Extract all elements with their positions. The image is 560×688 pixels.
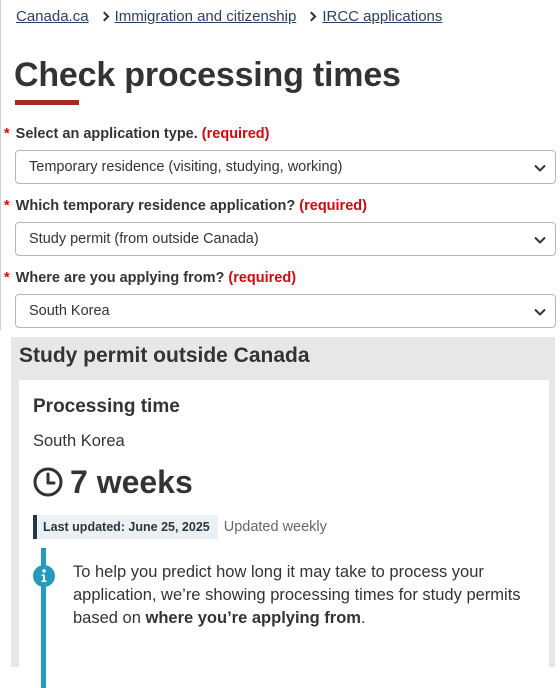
processing-time-card: Processing time South Korea 7 weeks Last… bbox=[19, 380, 549, 688]
update-frequency: Updated weekly bbox=[223, 519, 327, 535]
required-marker: (required) bbox=[201, 126, 270, 142]
result-heading: Study permit outside Canada bbox=[19, 344, 310, 367]
alert-text: To help you predict how long it may take… bbox=[73, 561, 543, 630]
clock-icon bbox=[33, 467, 63, 497]
processing-duration-value: 7 weeks bbox=[70, 463, 193, 500]
chevron-right-icon bbox=[99, 11, 110, 21]
chevron-down-icon bbox=[534, 236, 546, 244]
temporary-residence-application-label-text: Which temporary residence application? bbox=[15, 198, 296, 214]
application-type-select[interactable]: Temporary residence (visiting, studying,… bbox=[15, 150, 556, 184]
temporary-residence-application-label: * Which temporary residence application? … bbox=[4, 198, 367, 214]
processing-time-title: Processing time bbox=[33, 396, 180, 417]
applying-from-label-text: Where are you applying from? bbox=[15, 270, 225, 286]
temporary-residence-application-select[interactable]: Study permit (from outside Canada) bbox=[15, 222, 556, 256]
application-type-label-text: Select an application type. bbox=[15, 126, 198, 142]
breadcrumb: Canada.ca Immigration and citizenship IR… bbox=[16, 6, 442, 26]
required-marker: (required) bbox=[299, 198, 367, 214]
title-underline bbox=[15, 100, 79, 105]
last-updated-badge: Last updated: June 25, 2025 bbox=[33, 515, 218, 539]
page-title: Check processing times bbox=[14, 56, 401, 94]
processing-duration: 7 weeks bbox=[32, 462, 193, 502]
breadcrumb-link-immigration[interactable]: Immigration and citizenship bbox=[115, 8, 297, 25]
required-asterisk: * bbox=[4, 270, 10, 286]
chevron-right-icon bbox=[306, 11, 317, 21]
breadcrumb-link-canada[interactable]: Canada.ca bbox=[16, 8, 89, 25]
breadcrumb-link-ircc-applications[interactable]: IRCC applications bbox=[322, 8, 442, 25]
required-asterisk: * bbox=[4, 198, 10, 214]
result-country: South Korea bbox=[33, 432, 125, 450]
chevron-down-icon bbox=[534, 308, 546, 316]
chevron-down-icon bbox=[534, 164, 546, 172]
alert-text-emphasis: where you’re applying from bbox=[145, 609, 361, 627]
application-type-label: * Select an application type. (required) bbox=[4, 126, 269, 142]
page-left-rule bbox=[0, 0, 1, 330]
applying-from-label: * Where are you applying from? (required) bbox=[4, 270, 296, 286]
update-info: Last updated: June 25, 2025 Updated week… bbox=[33, 515, 327, 539]
required-marker: (required) bbox=[228, 270, 297, 286]
applying-from-value: South Korea bbox=[29, 303, 110, 319]
temporary-residence-application-value: Study permit (from outside Canada) bbox=[29, 231, 259, 247]
info-alert: To help you predict how long it may take… bbox=[31, 548, 541, 688]
alert-text-end: . bbox=[360, 609, 366, 627]
applying-from-select[interactable]: South Korea bbox=[15, 294, 556, 328]
required-asterisk: * bbox=[4, 126, 10, 142]
info-icon bbox=[33, 565, 55, 587]
application-type-value: Temporary residence (visiting, studying,… bbox=[29, 159, 343, 175]
processing-result-panel: Study permit outside Canada Processing t… bbox=[11, 337, 555, 688]
